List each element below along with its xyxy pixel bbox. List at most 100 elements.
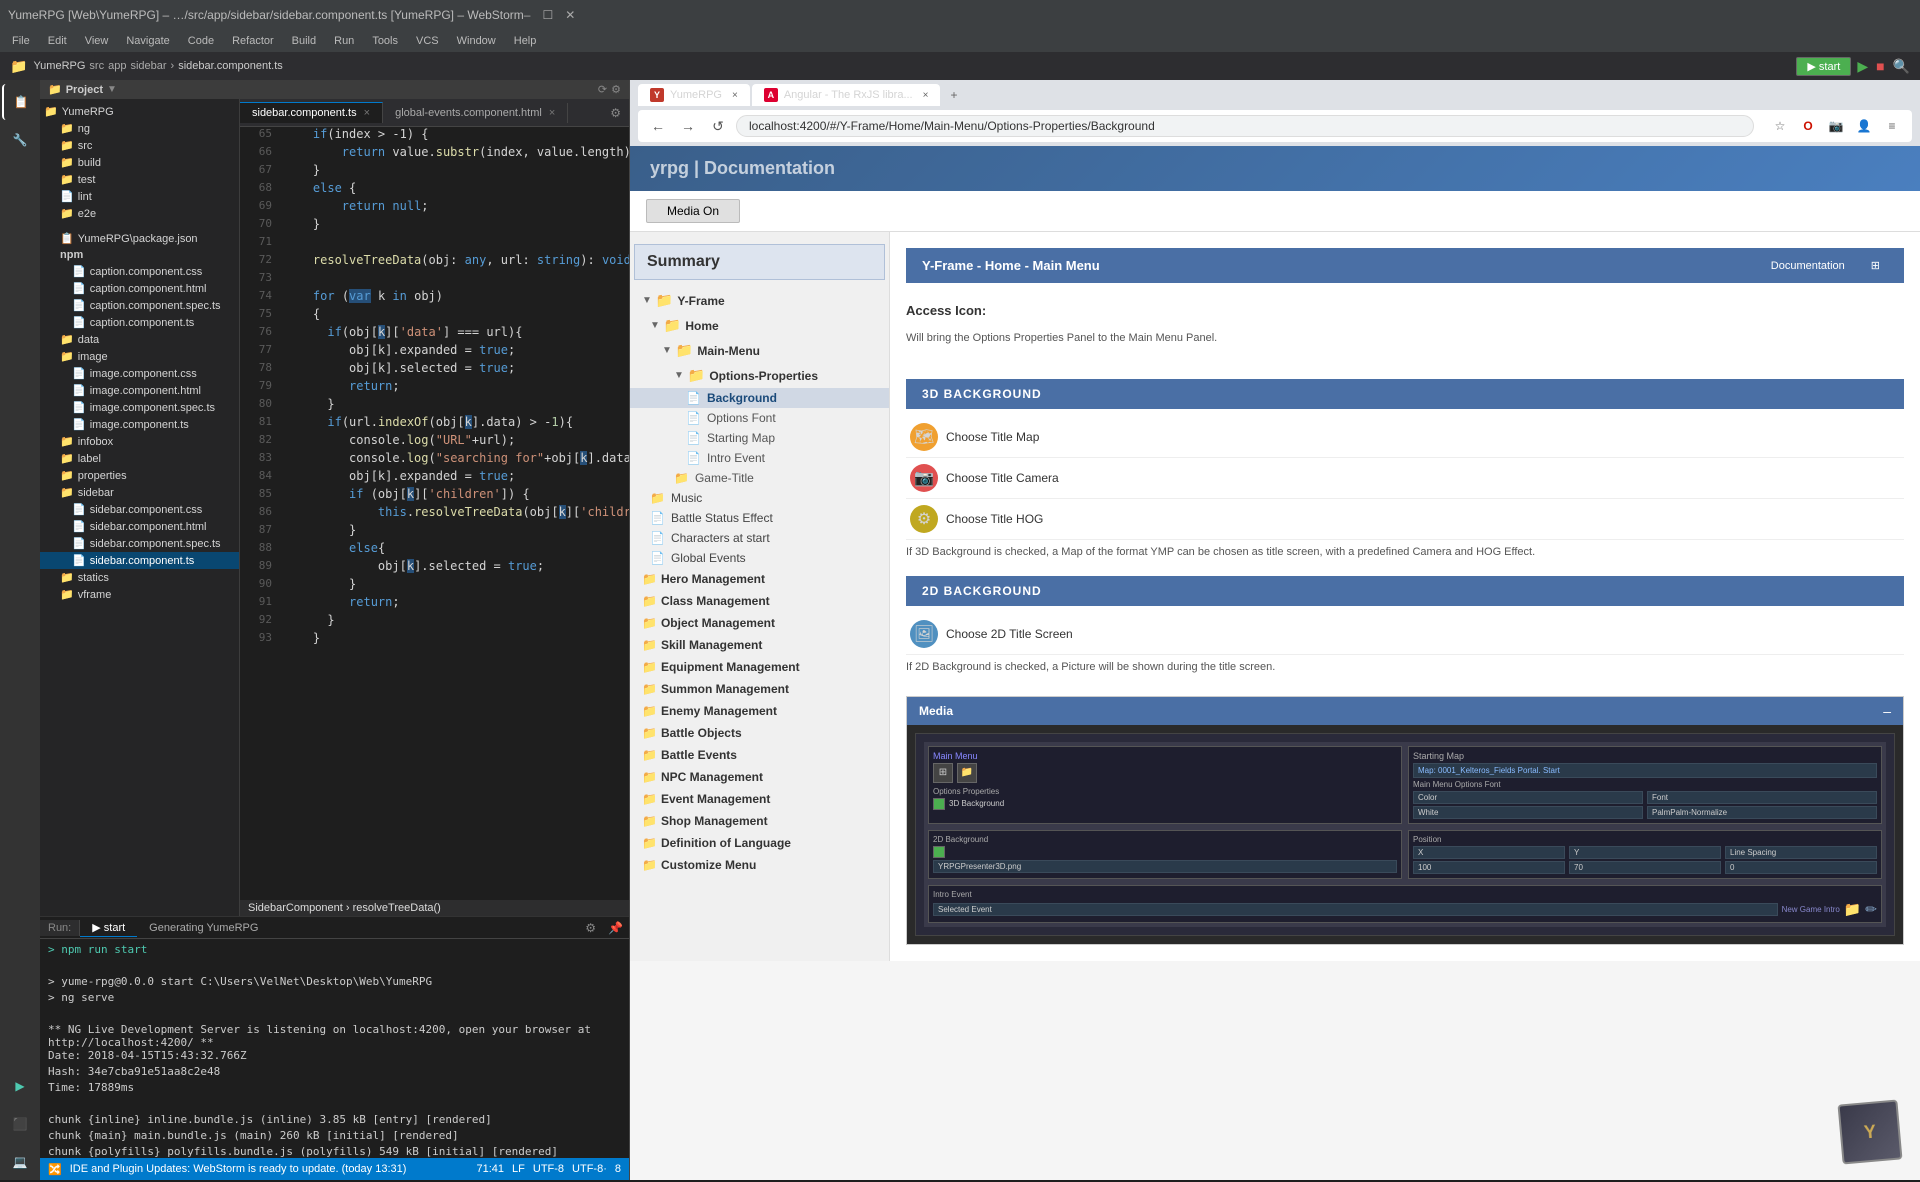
gear-icon[interactable]: ⚙ [611, 83, 621, 96]
menu-window[interactable]: Window [449, 33, 504, 49]
sidebar-structure-icon[interactable]: 🔧 [2, 122, 38, 158]
doc-nav-mainmenu[interactable]: ▼ 📁 Main-Menu [630, 338, 889, 363]
doc-nav-language[interactable]: 📁 Definition of Language [630, 832, 889, 854]
tree-item-sb-html[interactable]: 📄 sidebar.component.html [40, 518, 239, 535]
menu-vcs[interactable]: VCS [408, 33, 447, 49]
tree-item-img-html[interactable]: 📄 image.component.html [40, 382, 239, 399]
editor-tab-global[interactable]: global-events.component.html × [383, 103, 568, 123]
close-btn[interactable]: ✕ [565, 8, 575, 22]
tree-item-statics[interactable]: 📁 statics [40, 569, 239, 586]
media-on-button[interactable]: Media On [646, 199, 740, 223]
opera-icon[interactable]: O [1796, 114, 1820, 138]
run-tab-start[interactable]: ▶ start [80, 919, 137, 937]
tree-item-test[interactable]: 📁 test [40, 171, 239, 188]
tree-item-sb-spec[interactable]: 📄 sidebar.component.spec.ts [40, 535, 239, 552]
tree-item-package[interactable]: 📋 YumeRPG\package.json [40, 230, 239, 247]
media-collapse-btn[interactable]: – [1883, 703, 1891, 719]
tree-item-caption-css[interactable]: 📄 caption.component.css [40, 263, 239, 280]
search-icon[interactable]: 🔍 [1891, 56, 1912, 77]
doc-nav-battleevents[interactable]: 📁 Battle Events [630, 744, 889, 766]
doc-nav-optionsfont[interactable]: 📄 Options Font [630, 408, 889, 428]
tree-item-yumerpg[interactable]: 📁 YumeRPG [40, 103, 239, 120]
menu-code[interactable]: Code [180, 33, 222, 49]
camera-nav-icon[interactable]: 📷 [1824, 114, 1848, 138]
menu-navigate[interactable]: Navigate [118, 33, 177, 49]
reload-btn[interactable]: ↺ [706, 114, 730, 138]
doc-nav-background[interactable]: 📄 Background [630, 388, 889, 408]
grid-view-btn[interactable]: ⊞ [1863, 256, 1888, 275]
maximize-btn[interactable]: ☐ [542, 8, 553, 22]
sidebar-terminal-icon[interactable]: 💻 [2, 1144, 38, 1180]
doc-nav-summary[interactable]: Summary [634, 244, 885, 280]
tree-item-ng[interactable]: 📁 ng [40, 120, 239, 137]
doc-nav-npc[interactable]: 📁 NPC Management [630, 766, 889, 788]
tree-item-data[interactable]: 📁 data [40, 331, 239, 348]
doc-nav-shop[interactable]: 📁 Shop Management [630, 810, 889, 832]
doc-nav-startingmap[interactable]: 📄 Starting Map [630, 428, 889, 448]
doc-nav-customize[interactable]: 📁 Customize Menu [630, 854, 889, 876]
doc-nav-summon[interactable]: 📁 Summon Management [630, 678, 889, 700]
run-tab-generating[interactable]: Generating YumeRPG [137, 920, 270, 936]
stop-icon[interactable]: ■ [1874, 56, 1886, 76]
editor-settings-icon[interactable]: ⚙ [602, 106, 629, 120]
tree-item-vframe[interactable]: 📁 vframe [40, 586, 239, 603]
tree-item-img-css[interactable]: 📄 image.component.css [40, 365, 239, 382]
sync-icon[interactable]: ⟳ [598, 83, 607, 96]
tree-item-src[interactable]: 📁 src [40, 137, 239, 154]
doc-nav-globalevents[interactable]: 📄 Global Events [630, 548, 889, 568]
address-bar[interactable] [736, 115, 1754, 137]
tree-item-caption-ts[interactable]: 📄 caption.component.ts [40, 314, 239, 331]
doc-nav-introevent[interactable]: 📄 Intro Event [630, 448, 889, 468]
media-icon-1[interactable]: 📁 [1844, 901, 1861, 918]
tree-item-build[interactable]: 📁 build [40, 154, 239, 171]
menu-help[interactable]: Help [506, 33, 545, 49]
tree-item-sidebar-folder[interactable]: 📁 sidebar [40, 484, 239, 501]
doc-nav-options[interactable]: ▼ 📁 Options-Properties [630, 363, 889, 388]
close-tab-icon[interactable]: × [364, 107, 370, 119]
sidebar-run-icon[interactable]: ▶ [2, 1068, 38, 1104]
run-settings-icon[interactable]: ⚙ [579, 921, 602, 935]
editor-tab-sidebar[interactable]: sidebar.component.ts × [240, 102, 383, 123]
doc-nav-characters[interactable]: 📄 Characters at start [630, 528, 889, 548]
localhost-link[interactable]: http://localhost:4200/ [48, 1036, 194, 1049]
minimize-btn[interactable]: – [524, 8, 531, 22]
close-tab-icon-2[interactable]: × [549, 107, 555, 119]
doc-nav-objectmanagement[interactable]: 📁 Object Management [630, 612, 889, 634]
menu-file[interactable]: File [4, 33, 38, 49]
doc-nav-home[interactable]: ▼ 📁 Home [630, 313, 889, 338]
media-icon-2[interactable]: ✏ [1865, 901, 1877, 918]
tree-item-infobox[interactable]: 📁 infobox [40, 433, 239, 450]
tree-item-img-spec[interactable]: 📄 image.component.spec.ts [40, 399, 239, 416]
doc-nav-battleobjects[interactable]: 📁 Battle Objects [630, 722, 889, 744]
close-browser-tab-icon[interactable]: × [732, 90, 738, 101]
browser-tab-yumerpg[interactable]: Y YumeRPG × [638, 84, 750, 106]
tree-item-properties[interactable]: 📁 properties [40, 467, 239, 484]
doc-nav-battlestatus[interactable]: 📄 Battle Status Effect [630, 508, 889, 528]
doc-nav-yframe[interactable]: ▼ 📁 Y-Frame [630, 288, 889, 313]
tree-item-sb-css[interactable]: 📄 sidebar.component.css [40, 501, 239, 518]
menu-nav-icon[interactable]: ≡ [1880, 114, 1904, 138]
sidebar-debug-icon[interactable]: ⬛ [2, 1106, 38, 1142]
run-icon[interactable]: ▶ [1855, 56, 1870, 77]
bookmark-icon[interactable]: ☆ [1768, 114, 1792, 138]
doc-nav-classmanagement[interactable]: 📁 Class Management [630, 590, 889, 612]
run-pin-icon[interactable]: 📌 [602, 921, 629, 935]
tree-item-img-ts[interactable]: 📄 image.component.ts [40, 416, 239, 433]
menu-run[interactable]: Run [326, 33, 362, 49]
doc-nav-enemy[interactable]: 📁 Enemy Management [630, 700, 889, 722]
tree-item-npm[interactable]: npm [40, 247, 239, 263]
doc-nav-heromanagement[interactable]: 📁 Hero Management [630, 568, 889, 590]
start-button[interactable]: ▶ start [1796, 57, 1851, 76]
tree-item-image[interactable]: 📁 image [40, 348, 239, 365]
menu-build[interactable]: Build [284, 33, 324, 49]
menu-refactor[interactable]: Refactor [224, 33, 282, 49]
tree-item-caption-spec[interactable]: 📄 caption.component.spec.ts [40, 297, 239, 314]
tree-item-sb-ts[interactable]: 📄 sidebar.component.ts [40, 552, 239, 569]
tree-item-lint[interactable]: 📄 lint [40, 188, 239, 205]
user-nav-icon[interactable]: 👤 [1852, 114, 1876, 138]
doc-nav-gametitle[interactable]: 📁 Game-Title [630, 468, 889, 488]
menu-view[interactable]: View [77, 33, 117, 49]
doc-nav-skillmanagement[interactable]: 📁 Skill Management [630, 634, 889, 656]
browser-tab-angular[interactable]: A Angular - The RxJS libra... × [752, 84, 941, 106]
doc-nav-music[interactable]: 📁 Music [630, 488, 889, 508]
